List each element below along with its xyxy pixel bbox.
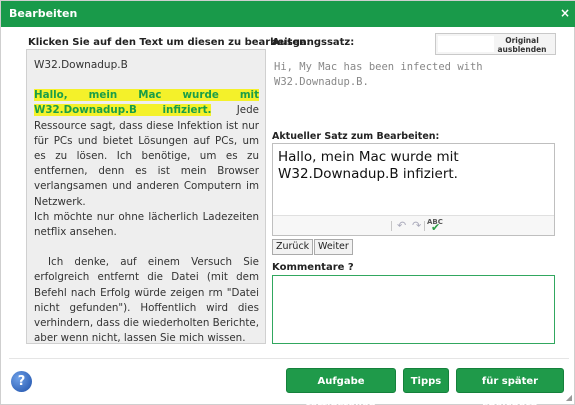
edit-dialog: Bearbeiten × Klicken Sie auf den Text um… [0,0,575,405]
dialog-titlebar: Bearbeiten × [1,1,575,27]
document-title[interactable]: W32.Downadup.B [34,58,259,73]
comment-input[interactable] [272,275,555,344]
resize-handle-icon[interactable]: ◢ [566,393,572,402]
comment-label: Kommentare ? [272,262,354,273]
toolbar-separator [424,221,425,231]
hide-original-button[interactable]: Original ausblenden [435,33,556,55]
editor-toolbar: ↶ ↷ ABC ✔ [273,215,554,235]
paragraph-1[interactable]: Hallo, mein Mac wurde mit W32.Downadup.B… [34,88,259,240]
spellcheck-icon[interactable]: ABC ✔ [427,218,443,234]
next-button[interactable]: Weiter [314,239,353,255]
save-for-later-button[interactable]: für später speichern [456,368,564,405]
hide-original-spacer [438,36,494,52]
help-icon[interactable]: ? [11,371,32,392]
source-label: Ausgangssatz: [272,37,355,48]
footer-divider [9,358,569,359]
paragraph-1-line2[interactable]: Ich möchte nur ohne lächerlich Ladezeite… [34,211,259,238]
redo-icon[interactable]: ↷ [412,219,421,232]
back-button[interactable]: Zurück [272,239,314,255]
left-header: Klicken Sie auf den Text um diesen zu be… [28,37,311,48]
paragraph-1-rest[interactable]: Jede Ressource sagt, dass diese Infektio… [34,104,259,207]
close-icon[interactable]: × [560,6,570,20]
sentence-editor[interactable]: Hallo, mein Mac wurde mit W32.Downadup.B… [272,143,555,236]
undo-icon[interactable]: ↶ [397,219,406,232]
current-sentence-label: Aktueller Satz zum Bearbeiten: [272,131,440,142]
editor-text[interactable]: Hallo, mein Mac wurde mit W32.Downadup.B… [278,149,548,183]
paragraph-2[interactable]: Ich denke, auf einem Versuch Sie erfolgr… [34,255,259,343]
source-document[interactable]: W32.Downadup.B Hallo, mein Mac wurde mit… [26,49,266,344]
toolbar-separator [391,221,392,231]
source-sentence: Hi, My Mac has been infected with W32.Do… [274,61,483,88]
dialog-title: Bearbeiten [9,7,78,20]
hide-original-label: Original ausblenden [497,36,547,54]
finish-task-button[interactable]: Aufgabe fertigstellen [286,368,396,405]
tips-button[interactable]: Tipps [403,368,449,393]
